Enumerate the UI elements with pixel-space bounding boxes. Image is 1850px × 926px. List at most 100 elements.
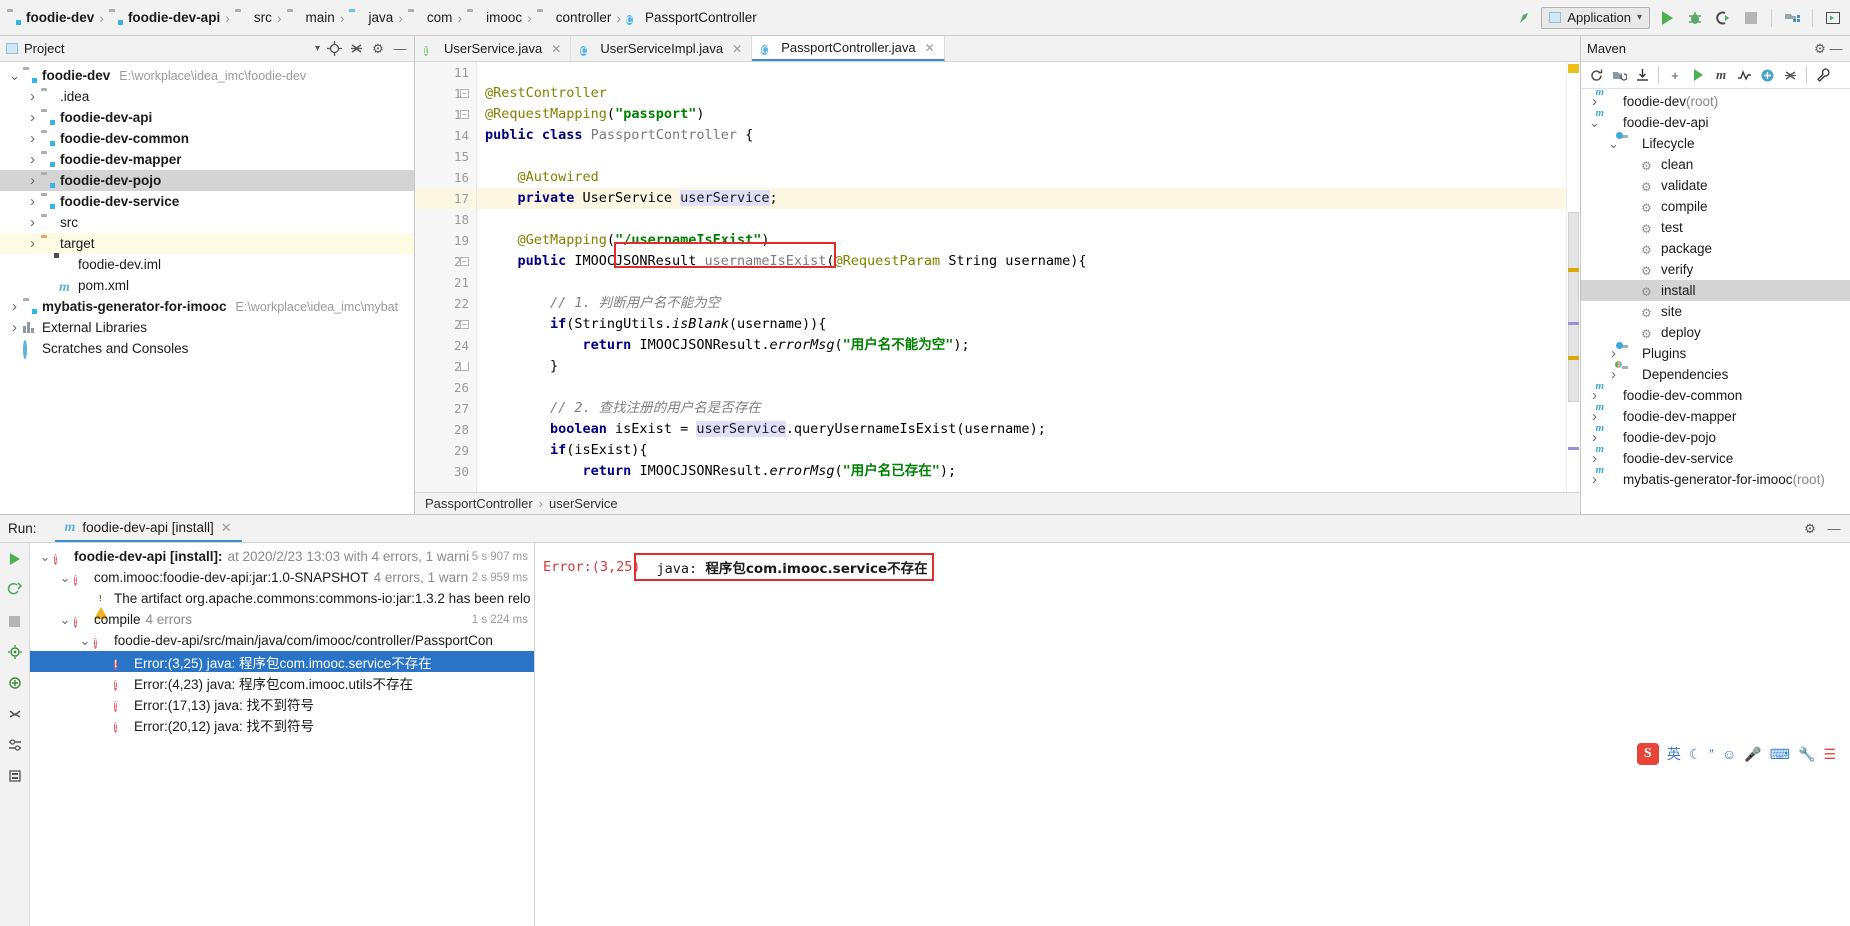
editor-breadcrumb-item[interactable]: PassportController [425, 496, 533, 511]
maven-tree-item[interactable]: › foodie-dev-pojo [1581, 427, 1850, 448]
breadcrumb-item-foodie-dev-api[interactable]: foodie-dev-api [106, 5, 223, 31]
run-maven-build-icon[interactable] [1688, 65, 1708, 85]
expand-all-icon[interactable] [5, 673, 25, 693]
project-tree-item[interactable]: › External Libraries [0, 317, 414, 338]
maven-tree-item[interactable]: ⌄ Lifecycle [1581, 133, 1850, 154]
close-icon[interactable]: ✕ [551, 42, 561, 56]
breadcrumb-item-imooc[interactable]: imooc [464, 5, 525, 31]
project-tree-item[interactable]: › .idea [0, 86, 414, 107]
ime-floating-toolbar[interactable]: S 英 ☾ ‟ ☺ 🎤 ⌨ 🔧 ☰ [1631, 740, 1842, 768]
ime-lang-icon[interactable]: 英 [1667, 744, 1681, 764]
smiley-icon[interactable]: ☺ [1722, 746, 1736, 762]
keyboard-icon[interactable]: ⌨ [1770, 746, 1790, 763]
build-tree-row[interactable]: ! Error:(4,23) java: 程序包com.imooc.utils不存… [30, 672, 534, 693]
run-button[interactable] [1656, 7, 1678, 29]
breadcrumb-item-java[interactable]: java [346, 5, 396, 31]
toolbox-icon[interactable]: 🔧 [1798, 746, 1815, 763]
chevron-right-icon[interactable]: › [6, 319, 23, 336]
chevron-right-icon[interactable]: › [24, 235, 41, 252]
moon-icon[interactable]: ☾ [1689, 746, 1702, 763]
project-tree-item[interactable]: foodie-dev.iml [0, 254, 414, 275]
rerun-failed-tests-icon[interactable] [5, 580, 25, 600]
breadcrumb-item-passportcontroller[interactable]: C PassportController [623, 5, 760, 31]
chevron-down-icon[interactable]: ⌄ [1605, 137, 1622, 150]
toggle-offline-icon[interactable] [1757, 65, 1777, 85]
maven-tree-item[interactable]: › mybatis-generator-for-imooc (root) [1581, 469, 1850, 490]
build-tree-row[interactable]: ! Error:(17,13) java: 找不到符号 [30, 693, 534, 714]
maven-tree-item[interactable]: ⚙ package [1581, 238, 1850, 259]
chevron-down-icon[interactable]: ⌄ [36, 550, 54, 563]
build-tree-row[interactable]: The artifact org.apache.commons:commons-… [30, 588, 534, 619]
editor-tab-passportcontroller[interactable]: C PassportController.java ✕ [752, 36, 945, 61]
build-tree-row[interactable]: ⌄! foodie-dev-api/src/main/java/com/imooc… [30, 630, 534, 651]
breadcrumb-item-main[interactable]: main [284, 5, 338, 31]
add-icon[interactable]: + [1665, 65, 1685, 85]
chevron-right-icon[interactable]: › [24, 88, 41, 105]
editor-error-stripe[interactable] [1566, 62, 1580, 492]
maven-settings-wrench-icon[interactable] [1813, 65, 1833, 85]
breadcrumb-item-foodie-dev[interactable]: foodie-dev [4, 5, 97, 31]
close-icon[interactable]: ✕ [732, 42, 742, 56]
mic-icon[interactable]: 🎤 [1744, 746, 1761, 763]
chevron-right-icon[interactable]: › [6, 298, 23, 315]
toggle-tasks-icon[interactable] [5, 642, 25, 662]
maven-tree-item[interactable]: ⚙ test [1581, 217, 1850, 238]
project-tree-item[interactable]: m pom.xml [0, 275, 414, 296]
maven-tree-item[interactable]: ⚙ install [1581, 280, 1850, 301]
maven-tree-item[interactable]: › foodie-dev-mapper [1581, 406, 1850, 427]
chevron-right-icon[interactable]: › [24, 151, 41, 168]
layout-button[interactable] [1822, 7, 1844, 29]
skip-tests-icon[interactable] [1734, 65, 1754, 85]
build-tree-row[interactable]: ⌄! com.imooc:foodie-dev-api:jar:1.0-SNAPS… [30, 567, 534, 588]
sogou-logo-icon[interactable]: S [1636, 743, 1659, 765]
editor-gutter[interactable]: −−−−111213141516171819202122232425262728… [415, 62, 477, 492]
pin-icon[interactable] [5, 766, 25, 786]
maven-tree-item[interactable]: › foodie-dev (root) [1581, 91, 1850, 112]
chevron-down-icon[interactable]: ▾ [315, 43, 320, 54]
project-tree-item[interactable]: › foodie-dev-pojo [0, 170, 414, 191]
editor-scrollbar-thumb[interactable] [1568, 212, 1579, 402]
project-tree-item[interactable]: › src [0, 212, 414, 233]
reimport-icon[interactable] [1586, 65, 1606, 85]
editor-breadcrumb[interactable]: PassportController › userService [415, 492, 1580, 514]
project-tree-item[interactable]: › mybatis-generator-for-imooc E:\workplace… [0, 296, 414, 317]
breadcrumb-item-com[interactable]: com [405, 5, 456, 31]
maven-tree-item[interactable]: ⚙ site [1581, 301, 1850, 322]
editor-tab-userserviceimpl[interactable]: C UserServiceImpl.java ✕ [571, 36, 753, 61]
chevron-down-icon[interactable]: ⌄ [1586, 116, 1603, 129]
menu-icon[interactable]: ☰ [1823, 746, 1836, 763]
editor-tab-userservice[interactable]: I UserService.java ✕ [415, 36, 572, 61]
maven-tree-item[interactable]: › foodie-dev-common [1581, 385, 1850, 406]
build-output-tree[interactable]: ⌄! foodie-dev-api [install]: at 2020/2/23 … [30, 543, 535, 926]
maven-tree-item[interactable]: › foodie-dev-service [1581, 448, 1850, 469]
build-project-icon[interactable] [1513, 7, 1535, 29]
maven-tree-item[interactable]: ⚙ validate [1581, 175, 1850, 196]
project-tree[interactable]: ⌄ foodie-dev E:\workplace\idea_imc\foodie-… [0, 62, 414, 514]
editor-body[interactable]: −−−−111213141516171819202122232425262728… [415, 62, 1580, 492]
panel-settings-icon[interactable]: ⚙ [370, 41, 386, 57]
fold-minus-icon[interactable]: − [460, 320, 469, 329]
fold-end-icon[interactable] [460, 362, 469, 371]
chevron-right-icon[interactable]: › [24, 109, 41, 126]
maven-tree-item[interactable]: › Plugins [1581, 343, 1850, 364]
run-configuration-selector[interactable]: Application ▾ [1541, 6, 1650, 29]
build-tree-row[interactable]: ⌄! foodie-dev-api [install]: at 2020/2/23 … [30, 546, 534, 567]
build-tree-row[interactable]: ⌄! compile 4 errors 1 s 224 ms [30, 609, 534, 630]
breadcrumb-item-controller[interactable]: controller [534, 5, 615, 31]
maven-tree-item[interactable]: ⚙ verify [1581, 259, 1850, 280]
project-tree-item[interactable]: › foodie-dev-mapper [0, 149, 414, 170]
fold-minus-icon[interactable]: − [460, 89, 469, 98]
editor-code[interactable]: @RestController @RequestMapping("passport… [477, 62, 1566, 492]
fold-minus-icon[interactable]: − [460, 257, 469, 266]
project-tree-item[interactable]: Scratches and Consoles [0, 338, 414, 359]
rerun-icon[interactable] [5, 549, 25, 569]
maven-tree-item[interactable]: ⚙ deploy [1581, 322, 1850, 343]
editor-breadcrumb-item[interactable]: userService [549, 496, 618, 511]
project-tree-item[interactable]: › foodie-dev-service [0, 191, 414, 212]
run-with-coverage-button[interactable] [1712, 7, 1734, 29]
run-settings-icon[interactable]: ⚙ [1802, 521, 1818, 537]
locate-file-icon[interactable] [326, 41, 342, 57]
collapse-all-icon[interactable] [348, 41, 364, 57]
quote-icon[interactable]: ‟ [1709, 746, 1714, 762]
chevron-right-icon[interactable]: › [1605, 366, 1622, 383]
